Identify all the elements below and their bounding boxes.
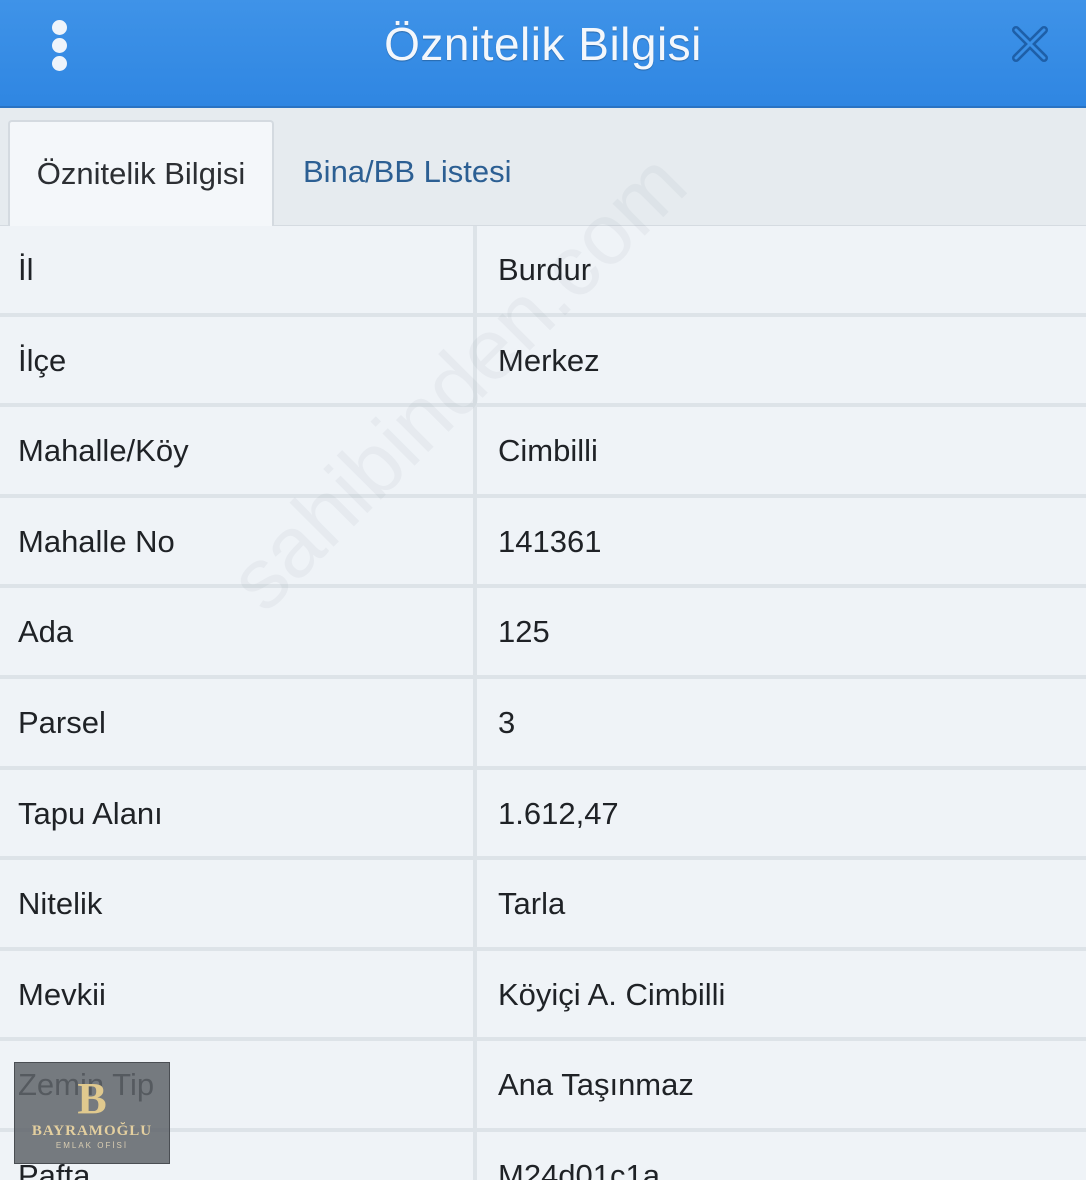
attribute-key: Ada (0, 588, 473, 675)
tab-attribute-info[interactable]: Öznitelik Bilgisi (8, 120, 274, 226)
attribute-value: Cimbilli (477, 407, 1086, 494)
header-bar: Öznitelik Bilgisi (0, 0, 1086, 108)
attribute-key: Parsel (0, 678, 473, 766)
attribute-key: İlçe (0, 316, 473, 404)
attribute-key: Mahalle No (0, 497, 473, 585)
table-row: Ada 125 (0, 588, 1086, 679)
attribute-info-window: Öznitelik Bilgisi Öznitelik Bilgisi Bina… (0, 0, 1086, 1180)
attribute-value: 141361 (477, 497, 1086, 585)
logo-subtitle: EMLAK OFİSİ (55, 1141, 129, 1150)
attribute-value: Ana Taşınmaz (477, 1041, 1086, 1128)
tab-building-list[interactable]: Bina/BB Listesi (303, 120, 512, 226)
agency-logo: B BAYRAMOĞLU EMLAK OFİSİ (14, 1062, 170, 1164)
page-title: Öznitelik Bilgisi (384, 18, 702, 70)
attribute-table: İl Burdur İlçe Merkez Mahalle/Köy Cimbilli Mah… (0, 226, 1086, 1180)
attribute-value: Köyiçi A. Cimbilli (477, 950, 1086, 1038)
attribute-value: Burdur (477, 226, 1086, 313)
attribute-value: Merkez (477, 316, 1086, 404)
attribute-value: 3 (477, 678, 1086, 766)
table-row: Mahalle/Köy Cimbilli (0, 407, 1086, 498)
attribute-key: Mahalle/Köy (0, 407, 473, 494)
attribute-value: 1.612,47 (477, 769, 1086, 857)
tab-bar: Öznitelik Bilgisi Bina/BB Listesi (0, 108, 1086, 226)
table-row: İl Burdur (0, 226, 1086, 317)
logo-letter: B (77, 1074, 107, 1123)
table-row: Tapu Alanı 1.612,47 (0, 769, 1086, 861)
attribute-key: Mevkii (0, 950, 473, 1038)
close-icon[interactable] (1010, 24, 1050, 64)
table-row: Nitelik Tarla (0, 860, 1086, 951)
attribute-value: 125 (477, 588, 1086, 675)
table-row: İlçe Merkez (0, 316, 1086, 408)
table-row: Mevkii Köyiçi A. Cimbilli (0, 950, 1086, 1042)
attribute-value: M24d01c1a (477, 1131, 1086, 1180)
attribute-key: İl (0, 226, 473, 313)
table-row: Parsel 3 (0, 678, 1086, 770)
logo-name: BAYRAMOĞLU (31, 1123, 153, 1139)
attribute-key: Nitelik (0, 860, 473, 947)
attribute-value: Tarla (477, 860, 1086, 947)
attribute-key: Tapu Alanı (0, 769, 473, 857)
table-row: Mahalle No 141361 (0, 497, 1086, 589)
